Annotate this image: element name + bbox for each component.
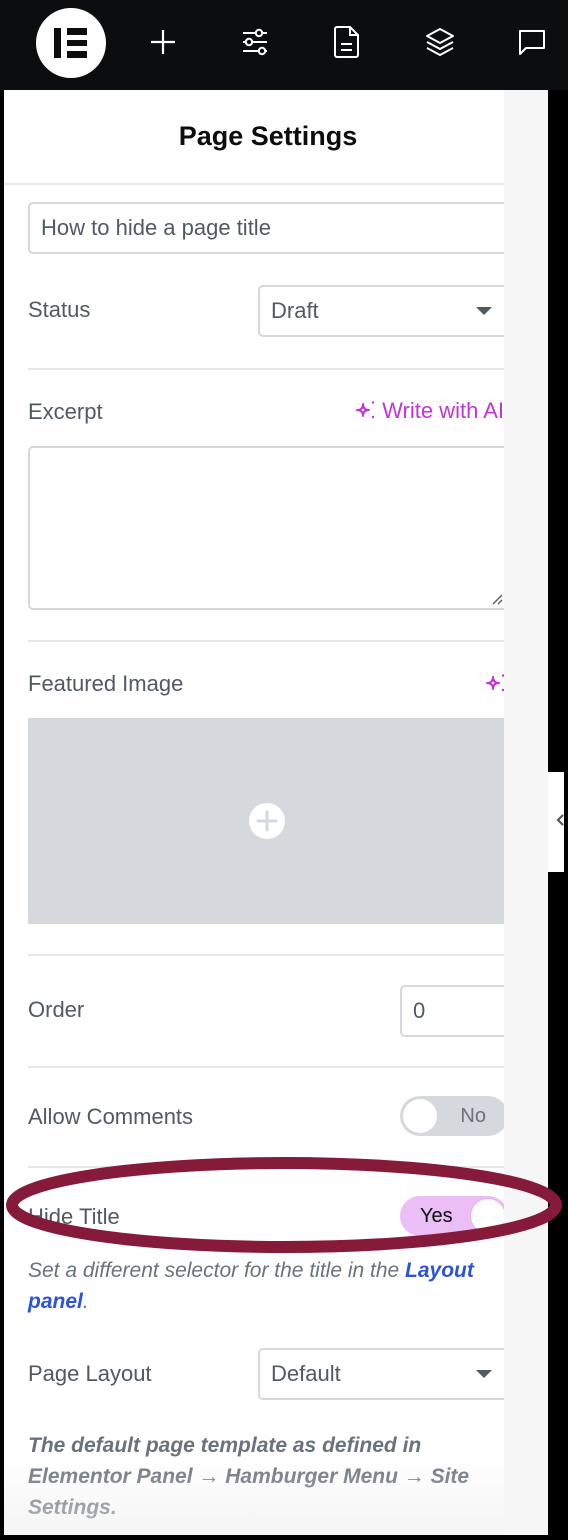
canvas-gutter	[504, 90, 548, 1535]
page-layout-label: Page Layout	[28, 1361, 152, 1386]
chevron-left-icon	[556, 814, 564, 826]
post-title-value: How to hide a page title	[41, 215, 271, 240]
hide-title-toggle[interactable]: Yes	[400, 1196, 504, 1236]
write-with-ai-button[interactable]: Write with AI	[354, 398, 504, 424]
page-title: Page Settings	[178, 121, 358, 151]
allow-comments-label: Allow Comments	[28, 1104, 194, 1129]
page-layout-select[interactable]: Default	[258, 1348, 504, 1400]
resize-grip-icon[interactable]	[491, 593, 503, 605]
allow-comments-toggle[interactable]: No	[400, 1096, 504, 1136]
page-layout-value: Default	[271, 1361, 341, 1386]
structure-button[interactable]	[420, 22, 460, 62]
comments-button[interactable]	[512, 22, 552, 62]
featured-image-label: Featured Image	[28, 671, 184, 696]
ai-sparkle-icon[interactable]	[484, 672, 504, 696]
write-with-ai-label: Write with AI	[382, 398, 504, 423]
panel-header: Page Settings	[4, 90, 504, 185]
divider	[28, 1166, 504, 1168]
order-input[interactable]: 0	[400, 985, 504, 1037]
status-value: Draft	[271, 298, 319, 323]
caret-down-icon	[476, 1370, 492, 1378]
help-text: Set a different selector for the title i…	[28, 1259, 406, 1282]
allow-comments-state: No	[460, 1105, 486, 1127]
right-border	[564, 90, 568, 1540]
page-layout-help: The default page template as defined in …	[28, 1434, 470, 1519]
site-settings-button[interactable]	[236, 22, 276, 62]
top-toolbar	[0, 0, 568, 90]
layers-icon	[426, 28, 454, 56]
status-label: Status	[28, 297, 91, 322]
sliders-icon	[243, 28, 267, 56]
caret-down-icon	[476, 307, 492, 315]
document-icon	[334, 26, 359, 58]
bottom-border	[0, 1535, 568, 1540]
featured-image-dropzone[interactable]	[28, 718, 504, 924]
toggle-knob	[470, 1198, 504, 1234]
plus-icon	[151, 30, 175, 54]
add-image-icon	[249, 803, 285, 839]
divider	[28, 368, 504, 370]
ai-sparkle-icon	[356, 401, 375, 419]
collapse-panel-button[interactable]	[548, 772, 564, 872]
add-element-button[interactable]	[143, 22, 183, 62]
excerpt-textarea[interactable]	[28, 446, 504, 610]
divider	[28, 640, 504, 642]
order-label: Order	[28, 997, 85, 1022]
divider	[28, 1066, 504, 1068]
order-value: 0	[413, 998, 426, 1023]
hide-title-label: Hide Title	[28, 1204, 120, 1229]
chat-bubble-icon	[519, 30, 545, 55]
divider	[28, 954, 504, 956]
post-title-input[interactable]: How to hide a page title	[28, 202, 504, 254]
page-settings-panel: Page Settings How to hide a page title S…	[4, 90, 504, 1535]
hide-title-help: Set a different selector for the title i…	[28, 1255, 504, 1317]
toggle-knob	[402, 1098, 438, 1134]
help-text-end: .	[82, 1290, 89, 1313]
hide-title-state: Yes	[420, 1205, 453, 1227]
elementor-logo-icon[interactable]	[36, 8, 106, 78]
status-select[interactable]: Draft	[258, 285, 504, 337]
excerpt-label: Excerpt	[28, 399, 103, 424]
page-settings-button[interactable]	[327, 22, 367, 62]
